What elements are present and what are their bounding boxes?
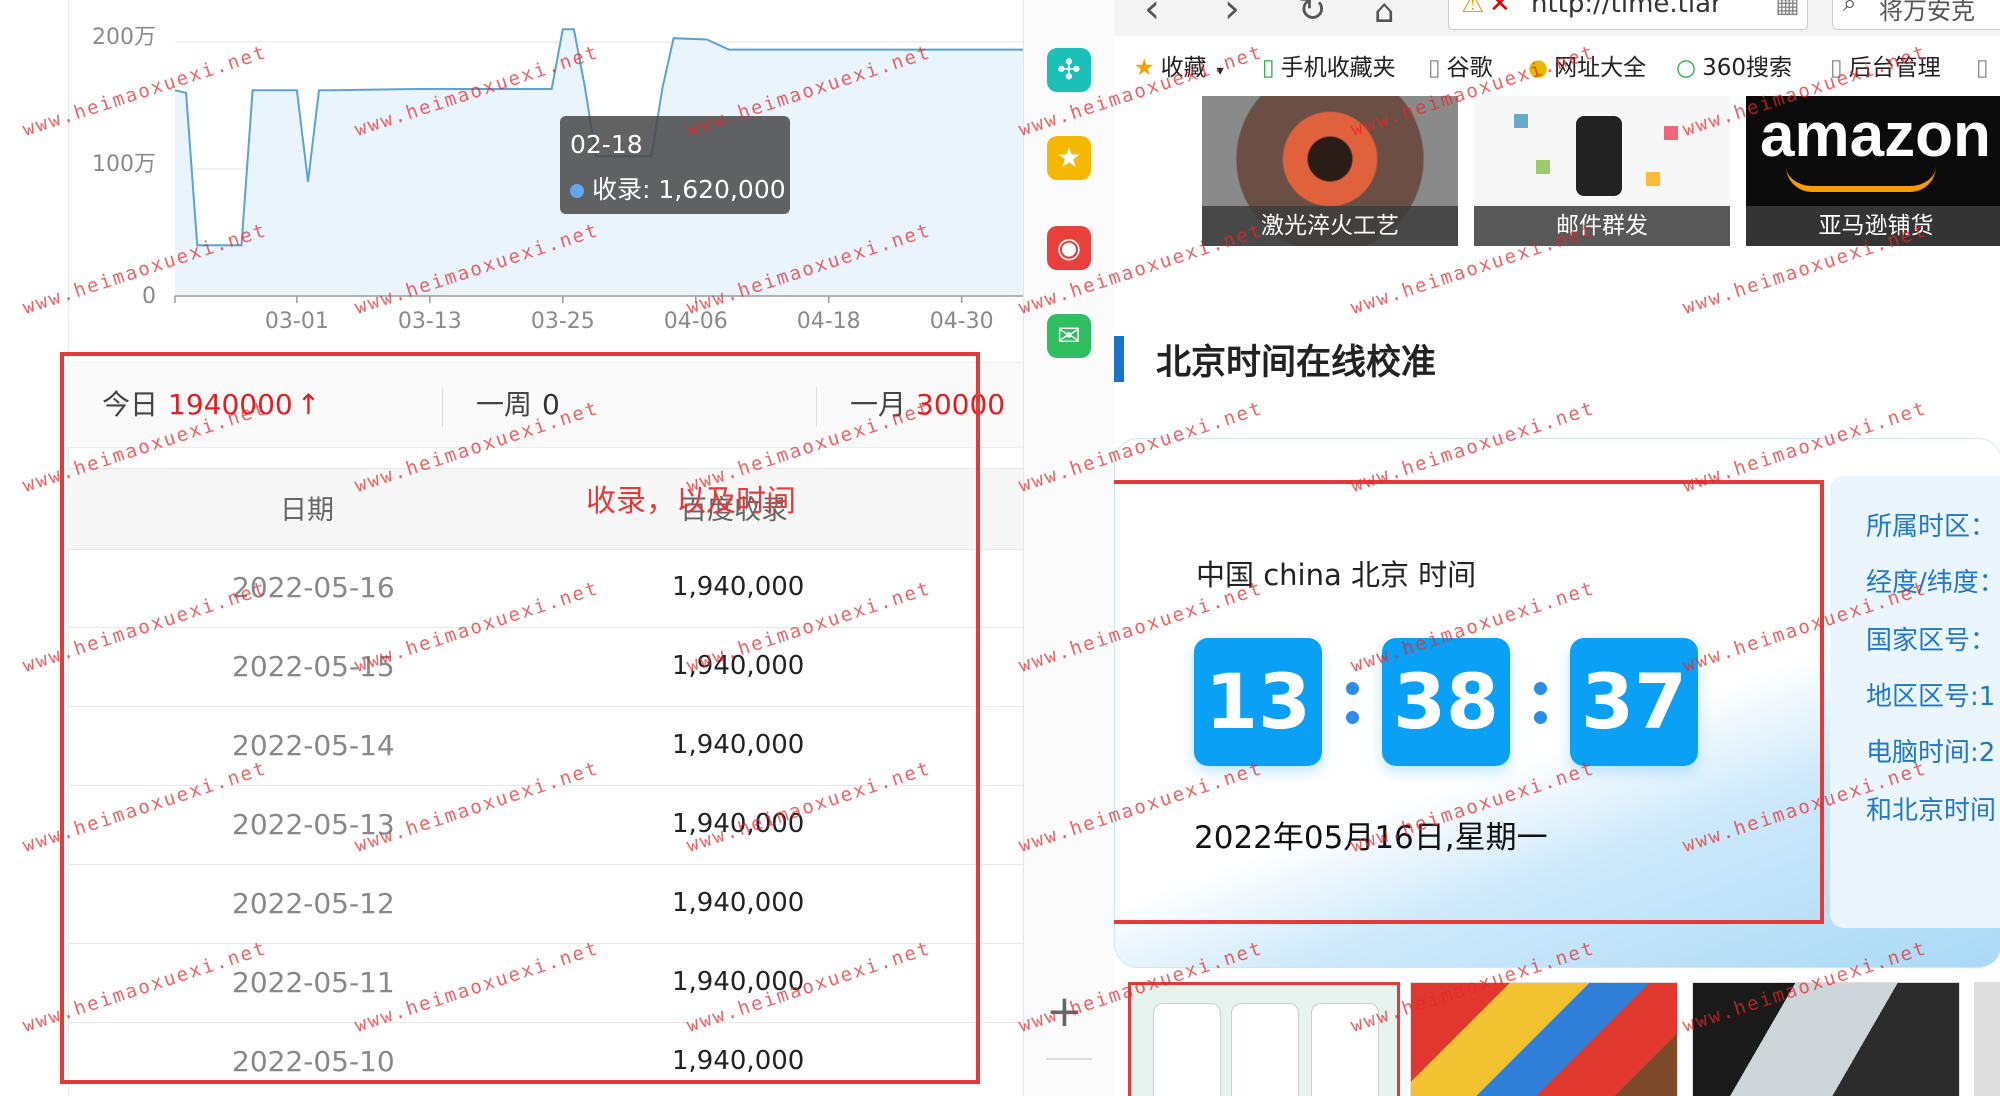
- home-icon[interactable]: ⌂: [1374, 0, 1394, 30]
- info-timezone: 所属时区：: [1866, 512, 1997, 542]
- tooltip-row: 收录: 1,620,000: [570, 170, 786, 206]
- plus-icon[interactable]: +: [1046, 986, 1083, 1037]
- x-tick-label: 04-30: [930, 309, 994, 334]
- bookmark-label: 谷歌: [1446, 55, 1493, 81]
- phone-icon: ▯: [1262, 55, 1275, 81]
- bookmark-label: 360搜索: [1702, 55, 1792, 81]
- thumbnail-caption: 激光淬火工艺: [1202, 206, 1458, 246]
- thumbnail-machine[interactable]: [1692, 982, 1960, 1096]
- browser-nav-bar: ‹ › ↻ ⌂ ⚠ ✕ http://time.tiar ▦ ⌕ 将万安克: [1114, 0, 2000, 36]
- annotation-box: [60, 352, 980, 1084]
- info-computer-time: 电脑时间:2: [1866, 738, 1996, 768]
- mail-icon[interactable]: ✉: [1047, 314, 1091, 358]
- series-dot-icon: [570, 184, 584, 198]
- x-tick-label: 04-06: [664, 309, 728, 334]
- address-url: http://time.tiar: [1531, 0, 1722, 19]
- refresh-icon[interactable]: ↻: [1298, 0, 1327, 30]
- chevron-down-icon: ▾: [1216, 63, 1224, 79]
- back-icon[interactable]: ‹: [1144, 0, 1160, 32]
- tooltip-series: 收录: [592, 175, 643, 204]
- bookmark-label: 网址大全: [1554, 55, 1647, 81]
- y-tick-label: 200万: [92, 25, 156, 50]
- qr-icon[interactable]: ▦: [1775, 0, 1800, 19]
- bookmark-mobile[interactable]: ▯ 手机收藏夹: [1262, 50, 1396, 86]
- bookmarks-bar: ★ 收藏 ▾ ▯ 手机收藏夹 ▯ 谷歌 ● 网址大全 ○ 360搜索 ▯ 后台管理 ▯: [1114, 44, 2000, 92]
- x-tick-label: 03-01: [265, 309, 329, 334]
- info-area-code: 地区区号:1: [1866, 682, 1996, 712]
- baidu-index-chart: 200万 100万 0 03-01 03-13 03-25 04-06 04-18 04-30: [92, 25, 1023, 334]
- amazon-smile-icon: [1786, 166, 1936, 192]
- info-coordinates: 经度/纬度：: [1866, 568, 2000, 598]
- bookmark-favorites[interactable]: ★ 收藏 ▾: [1134, 50, 1224, 89]
- search-placeholder: 将万安克: [1879, 0, 1975, 25]
- app-icon: [1646, 172, 1660, 186]
- thumbnail-caption: 邮件群发: [1474, 206, 1730, 246]
- tooltip-separator: :: [642, 175, 659, 204]
- section-accent-bar: [1114, 336, 1124, 382]
- page-icon: ▯: [1428, 55, 1441, 81]
- thumbnail-caption: 亚马逊铺货: [1746, 206, 2000, 246]
- app-icon: [1514, 114, 1528, 128]
- bookmark-overflow[interactable]: ▯: [1976, 50, 1989, 86]
- bookmark-admin[interactable]: ▯ 后台管理: [1830, 50, 1941, 86]
- tooltip-value: 1,620,000: [658, 175, 786, 204]
- bookmark-label: 后台管理: [1848, 55, 1941, 81]
- insecure-icon: ✕: [1489, 0, 1511, 19]
- annotation-text: 收录，以及时间: [586, 484, 796, 519]
- page-icon: ▯: [1830, 55, 1843, 81]
- page-icon: ▯: [1976, 55, 1989, 81]
- annotation-box: [1114, 480, 1824, 924]
- x-tick-label: 04-18: [797, 309, 861, 334]
- y-tick-label: 100万: [92, 152, 156, 177]
- app-icon: [1536, 160, 1550, 174]
- x-tick-label: 03-25: [531, 309, 595, 334]
- directory-icon: ●: [1528, 55, 1549, 81]
- address-bar[interactable]: ⚠ ✕ http://time.tiar ▦: [1448, 0, 1808, 30]
- bookmark-directory[interactable]: ● 网址大全: [1528, 50, 1646, 86]
- 360-icon: ○: [1676, 55, 1697, 81]
- star-icon[interactable]: ★: [1047, 136, 1091, 180]
- right-panel: ‹ › ↻ ⌂ ⚠ ✕ http://time.tiar ▦ ⌕ 将万安克 ★ 收…: [1114, 0, 2000, 1096]
- info-beijing-diff: 和北京时间: [1866, 796, 1997, 826]
- left-panel: 200万 100万 0 03-01 03-13 03-25 04-06 04-18 04-30…: [0, 0, 1023, 1096]
- info-country-code: 国家区号：: [1866, 626, 1997, 656]
- thumbnail-snacks[interactable]: [1410, 982, 1678, 1096]
- thumbnail-app-screens[interactable]: [1128, 982, 1400, 1096]
- phone-mockup: [1311, 1003, 1379, 1096]
- x-tick-label: 03-13: [398, 309, 462, 334]
- thumbnail-email[interactable]: 邮件群发: [1474, 96, 1730, 246]
- section-title: 北京时间在线校准: [1156, 343, 1437, 383]
- amazon-logo: amazon: [1760, 101, 1991, 170]
- thumbnail-amazon[interactable]: amazon 亚马逊铺货: [1746, 96, 2000, 246]
- search-icon: ⌕: [1843, 0, 1857, 17]
- forward-icon[interactable]: ›: [1224, 0, 1240, 32]
- phone-icon: [1576, 116, 1622, 196]
- warning-icon: ⚠: [1461, 0, 1485, 19]
- thumbnail-partial[interactable]: [1974, 982, 2000, 1096]
- star-icon: ★: [1134, 55, 1155, 81]
- thumbnail-laser[interactable]: 激光淬火工艺: [1202, 96, 1458, 246]
- chart-tooltip: 02-18 收录: 1,620,000: [560, 116, 790, 214]
- search-input[interactable]: ⌕ 将万安克: [1832, 0, 2000, 30]
- phone-mockup: [1153, 1003, 1221, 1096]
- weibo-icon[interactable]: ◉: [1047, 226, 1091, 270]
- bookmark-label: 收藏: [1160, 55, 1207, 81]
- bookmark-label: 手机收藏夹: [1280, 55, 1396, 81]
- app-icon: [1664, 126, 1678, 140]
- bookmark-google[interactable]: ▯ 谷歌: [1428, 50, 1493, 86]
- sidebar-plugin-icon[interactable]: ✣: [1047, 48, 1091, 92]
- browser-sidebar: ✣ ★ ◉ ✉ +: [1023, 0, 1115, 1096]
- y-tick-label: 0: [142, 284, 156, 309]
- bookmark-360[interactable]: ○ 360搜索: [1676, 50, 1792, 86]
- tooltip-date: 02-18: [570, 130, 643, 159]
- phone-mockup: [1231, 1003, 1299, 1096]
- sidebar-divider: [1046, 1058, 1092, 1060]
